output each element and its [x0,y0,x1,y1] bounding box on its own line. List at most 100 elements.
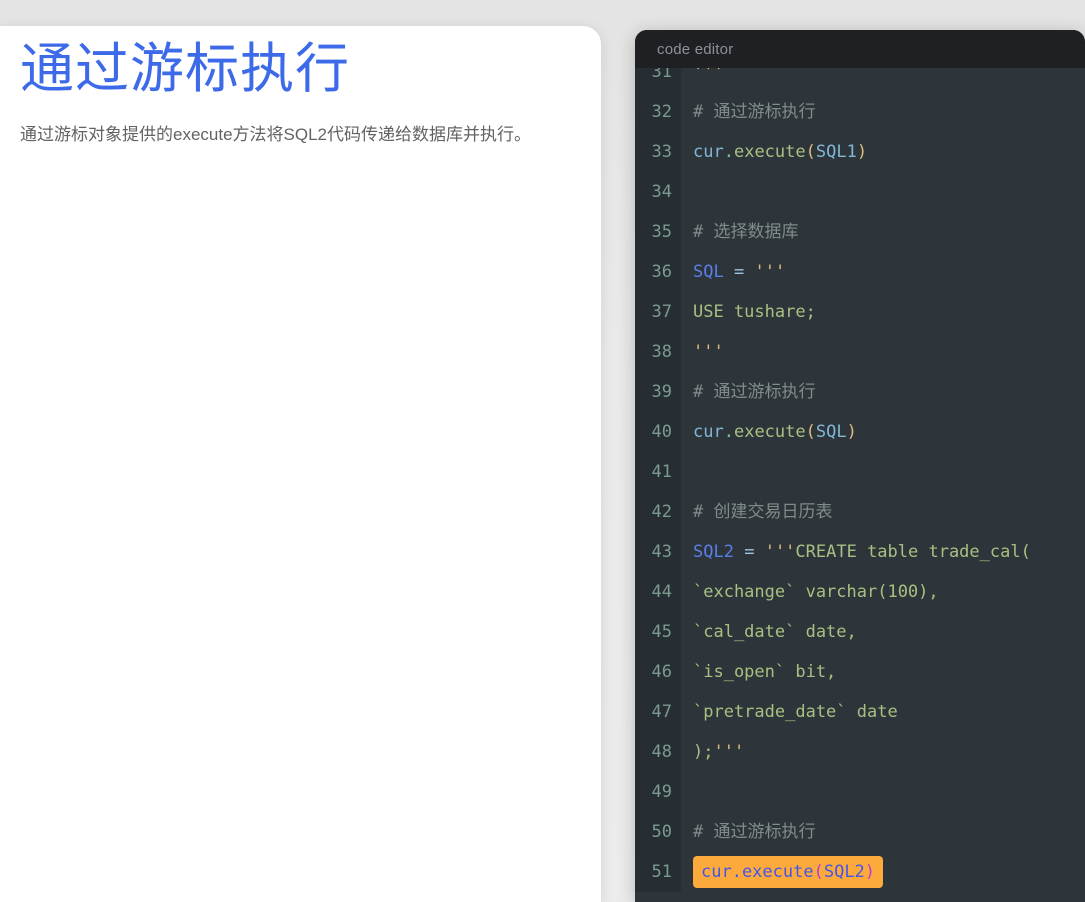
code-line[interactable]: 33 cur.execute(SQL1) [635,132,1085,172]
code-line[interactable]: 36 SQL = ''' [635,252,1085,292]
code-token: ''' [693,68,724,82]
line-number: 48 [635,732,681,772]
code-editor-window: code editor 31 ''' 32 # 通过游标执行 33 cur.execute… [635,30,1085,902]
code-token: = [733,262,745,282]
code-line-text: `is_open` bit, [681,652,1085,692]
editor-title-label: code editor [657,40,734,58]
code-line[interactable]: 48);''' [635,732,1085,772]
code-line[interactable]: 43 SQL2 = '''CREATE table trade_cal( [635,532,1085,572]
line-number: 44 [635,572,681,612]
code-line-text: ''' [681,68,1085,92]
page-title: 通过游标执行 [20,39,350,99]
line-number: 34 [635,172,681,212]
code-token: CREATE table trade_cal( [795,542,1031,562]
code-line[interactable]: 41 [635,452,1085,492]
code-token: `cal_date` date, [693,622,857,642]
highlighted-code-chip[interactable]: cur.execute(SQL2) [693,856,884,888]
code-token: # 通过游标执行 [693,822,816,842]
line-number: 47 [635,692,681,732]
code-line[interactable]: 42 # 创建交易日历表 [635,492,1085,532]
line-number: 31 [635,68,681,92]
page-root: 通过游标执行 通过游标对象提供的execute方法将SQL2代码传递给数据库并执… [0,0,1085,902]
code-token: SQL1 [815,142,857,162]
code-line[interactable]: 47 `pretrade_date` date [635,692,1085,732]
code-line[interactable]: 35 # 选择数据库 [635,212,1085,252]
line-number: 45 [635,612,681,652]
line-number: 51 [635,852,681,892]
code-line[interactable]: 46 `is_open` bit, [635,652,1085,692]
code-line-text: `pretrade_date` date [681,692,1085,732]
code-token: ''' [713,742,745,762]
code-line[interactable]: 49 [635,772,1085,812]
code-token: cur [693,142,724,162]
slide-card: 通过游标执行 通过游标对象提供的execute方法将SQL2代码传递给数据库并执… [0,26,601,902]
code-line[interactable]: 44 `exchange` varchar(100), [635,572,1085,612]
code-token: cur [693,422,724,442]
code-line-text [681,772,1085,812]
code-lines-container: 31 ''' 32 # 通过游标执行 33 cur.execute(SQL1) 34 35 # … [635,68,1085,892]
code-line-text: SQL = ''' [681,252,1085,292]
code-line[interactable]: 38 ''' [635,332,1085,372]
line-number: 38 [635,332,681,372]
code-line[interactable]: 45 `cal_date` date, [635,612,1085,652]
code-line-text: `cal_date` date, [681,612,1085,652]
line-number: 50 [635,812,681,852]
code-line[interactable]: 51 cur.execute(SQL2) [635,852,1085,892]
line-number: 41 [635,452,681,492]
code-line-text [681,172,1085,212]
code-line-text: # 选择数据库 [681,212,1085,252]
line-number: 32 [635,92,681,132]
code-line[interactable]: 37 USE tushare; [635,292,1085,332]
line-number: 43 [635,532,681,572]
code-line-text: `exchange` varchar(100), [681,572,1085,612]
line-number: 37 [635,292,681,332]
slide-description: 通过游标对象提供的execute方法将SQL2代码传递给数据库并执行。 [20,124,532,144]
code-token: # 选择数据库 [693,222,799,242]
code-line[interactable]: 39 # 通过游标执行 [635,372,1085,412]
code-line-text: # 通过游标执行 [681,372,1085,412]
code-token: ) [856,142,868,162]
code-token: execute [733,142,806,162]
code-line-text: # 通过游标执行 [681,92,1085,132]
code-token: ''' [754,262,786,282]
code-token: SQL [693,262,724,282]
code-line-text: cur.execute(SQL1) [681,132,1085,172]
code-line[interactable]: 32 # 通过游标执行 [635,92,1085,132]
line-number: 39 [635,372,681,412]
code-token: # 创建交易日历表 [693,502,833,522]
editor-titlebar: code editor [635,30,1085,68]
code-token: # 通过游标执行 [693,102,816,122]
line-number: 40 [635,412,681,452]
code-token: execute [733,422,806,442]
code-line-text: # 创建交易日历表 [681,492,1085,532]
line-number: 46 [635,652,681,692]
code-line-text: ''' [681,332,1085,372]
code-line[interactable]: 40 cur.execute(SQL) [635,412,1085,452]
code-token: ( [805,422,816,442]
code-token: . [723,142,734,162]
code-line-text: cur.execute(SQL2) [681,852,1085,892]
code-line[interactable]: 31 ''' [635,68,1085,92]
code-token: . [723,422,734,442]
code-line[interactable]: 50 # 通过游标执行 [635,812,1085,852]
code-line-text: SQL2 = '''CREATE table trade_cal( [681,532,1085,572]
code-line-text: USE tushare; [681,292,1085,332]
line-number: 36 [635,252,681,292]
code-token: SQL2 [693,542,734,562]
code-token: = [744,542,755,562]
code-token: SQL [815,422,847,442]
code-token: # 通过游标执行 [693,382,816,402]
code-line[interactable]: 34 [635,172,1085,212]
code-line-text: # 通过游标执行 [681,812,1085,852]
code-token: ) [846,422,857,442]
code-token: `is_open` bit, [693,662,837,682]
code-token: `exchange` varchar(100), [693,582,939,602]
line-number: 33 [635,132,681,172]
line-number: 42 [635,492,681,532]
code-token: ); [693,742,714,762]
code-token: `pretrade_date` date [693,702,898,722]
editor-code-area[interactable]: 31 ''' 32 # 通过游标执行 33 cur.execute(SQL1) 34 35 # … [635,68,1085,902]
